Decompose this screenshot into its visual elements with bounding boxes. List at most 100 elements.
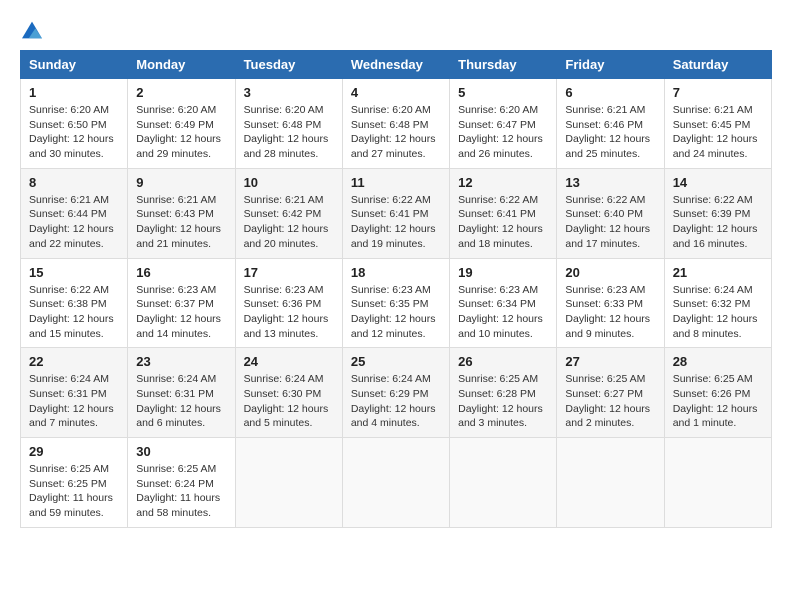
calendar-cell: 29 Sunrise: 6:25 AMSunset: 6:25 PMDaylig… — [21, 438, 128, 528]
day-number: 19 — [458, 265, 548, 280]
calendar-week-1: 1 Sunrise: 6:20 AMSunset: 6:50 PMDayligh… — [21, 79, 772, 169]
day-number: 22 — [29, 354, 119, 369]
calendar-cell — [235, 438, 342, 528]
day-number: 15 — [29, 265, 119, 280]
day-number: 13 — [565, 175, 655, 190]
day-info: Sunrise: 6:22 AMSunset: 6:39 PMDaylight:… — [673, 194, 758, 250]
day-info: Sunrise: 6:20 AMSunset: 6:47 PMDaylight:… — [458, 104, 543, 160]
calendar-cell: 8 Sunrise: 6:21 AMSunset: 6:44 PMDayligh… — [21, 168, 128, 258]
calendar-cell: 5 Sunrise: 6:20 AMSunset: 6:47 PMDayligh… — [450, 79, 557, 169]
day-info: Sunrise: 6:25 AMSunset: 6:27 PMDaylight:… — [565, 373, 650, 429]
day-info: Sunrise: 6:24 AMSunset: 6:31 PMDaylight:… — [136, 373, 221, 429]
day-info: Sunrise: 6:20 AMSunset: 6:50 PMDaylight:… — [29, 104, 114, 160]
day-number: 16 — [136, 265, 226, 280]
calendar-cell: 23 Sunrise: 6:24 AMSunset: 6:31 PMDaylig… — [128, 348, 235, 438]
day-info: Sunrise: 6:21 AMSunset: 6:42 PMDaylight:… — [244, 194, 329, 250]
day-number: 28 — [673, 354, 763, 369]
day-info: Sunrise: 6:21 AMSunset: 6:44 PMDaylight:… — [29, 194, 114, 250]
calendar-cell — [664, 438, 771, 528]
calendar-cell: 24 Sunrise: 6:24 AMSunset: 6:30 PMDaylig… — [235, 348, 342, 438]
weekday-header-sunday: Sunday — [21, 51, 128, 79]
weekday-header-wednesday: Wednesday — [342, 51, 449, 79]
calendar-cell: 30 Sunrise: 6:25 AMSunset: 6:24 PMDaylig… — [128, 438, 235, 528]
calendar-cell: 22 Sunrise: 6:24 AMSunset: 6:31 PMDaylig… — [21, 348, 128, 438]
weekday-header-row: SundayMondayTuesdayWednesdayThursdayFrid… — [21, 51, 772, 79]
weekday-header-saturday: Saturday — [664, 51, 771, 79]
calendar-cell: 3 Sunrise: 6:20 AMSunset: 6:48 PMDayligh… — [235, 79, 342, 169]
calendar-cell: 18 Sunrise: 6:23 AMSunset: 6:35 PMDaylig… — [342, 258, 449, 348]
calendar-cell: 11 Sunrise: 6:22 AMSunset: 6:41 PMDaylig… — [342, 168, 449, 258]
day-number: 29 — [29, 444, 119, 459]
day-info: Sunrise: 6:24 AMSunset: 6:32 PMDaylight:… — [673, 284, 758, 340]
calendar-cell: 4 Sunrise: 6:20 AMSunset: 6:48 PMDayligh… — [342, 79, 449, 169]
day-number: 24 — [244, 354, 334, 369]
day-info: Sunrise: 6:25 AMSunset: 6:25 PMDaylight:… — [29, 463, 113, 519]
day-number: 7 — [673, 85, 763, 100]
day-number: 21 — [673, 265, 763, 280]
day-number: 26 — [458, 354, 548, 369]
day-number: 23 — [136, 354, 226, 369]
day-info: Sunrise: 6:23 AMSunset: 6:37 PMDaylight:… — [136, 284, 221, 340]
day-info: Sunrise: 6:23 AMSunset: 6:36 PMDaylight:… — [244, 284, 329, 340]
calendar-cell: 20 Sunrise: 6:23 AMSunset: 6:33 PMDaylig… — [557, 258, 664, 348]
day-info: Sunrise: 6:20 AMSunset: 6:48 PMDaylight:… — [351, 104, 436, 160]
day-number: 8 — [29, 175, 119, 190]
logo — [20, 20, 42, 40]
calendar-cell: 21 Sunrise: 6:24 AMSunset: 6:32 PMDaylig… — [664, 258, 771, 348]
calendar-cell: 1 Sunrise: 6:20 AMSunset: 6:50 PMDayligh… — [21, 79, 128, 169]
weekday-header-tuesday: Tuesday — [235, 51, 342, 79]
weekday-header-thursday: Thursday — [450, 51, 557, 79]
calendar-cell: 27 Sunrise: 6:25 AMSunset: 6:27 PMDaylig… — [557, 348, 664, 438]
day-number: 10 — [244, 175, 334, 190]
calendar-cell: 12 Sunrise: 6:22 AMSunset: 6:41 PMDaylig… — [450, 168, 557, 258]
day-number: 14 — [673, 175, 763, 190]
day-number: 20 — [565, 265, 655, 280]
calendar-cell: 6 Sunrise: 6:21 AMSunset: 6:46 PMDayligh… — [557, 79, 664, 169]
calendar-cell: 10 Sunrise: 6:21 AMSunset: 6:42 PMDaylig… — [235, 168, 342, 258]
day-info: Sunrise: 6:23 AMSunset: 6:34 PMDaylight:… — [458, 284, 543, 340]
day-number: 11 — [351, 175, 441, 190]
day-number: 1 — [29, 85, 119, 100]
day-info: Sunrise: 6:24 AMSunset: 6:29 PMDaylight:… — [351, 373, 436, 429]
calendar-cell — [342, 438, 449, 528]
day-info: Sunrise: 6:21 AMSunset: 6:43 PMDaylight:… — [136, 194, 221, 250]
day-number: 2 — [136, 85, 226, 100]
calendar-cell: 17 Sunrise: 6:23 AMSunset: 6:36 PMDaylig… — [235, 258, 342, 348]
day-number: 9 — [136, 175, 226, 190]
day-info: Sunrise: 6:22 AMSunset: 6:41 PMDaylight:… — [458, 194, 543, 250]
calendar-week-2: 8 Sunrise: 6:21 AMSunset: 6:44 PMDayligh… — [21, 168, 772, 258]
day-info: Sunrise: 6:22 AMSunset: 6:41 PMDaylight:… — [351, 194, 436, 250]
day-number: 6 — [565, 85, 655, 100]
day-info: Sunrise: 6:23 AMSunset: 6:35 PMDaylight:… — [351, 284, 436, 340]
calendar-cell: 7 Sunrise: 6:21 AMSunset: 6:45 PMDayligh… — [664, 79, 771, 169]
calendar-cell: 25 Sunrise: 6:24 AMSunset: 6:29 PMDaylig… — [342, 348, 449, 438]
calendar-cell — [557, 438, 664, 528]
day-info: Sunrise: 6:20 AMSunset: 6:49 PMDaylight:… — [136, 104, 221, 160]
day-info: Sunrise: 6:25 AMSunset: 6:28 PMDaylight:… — [458, 373, 543, 429]
day-number: 17 — [244, 265, 334, 280]
calendar-cell: 26 Sunrise: 6:25 AMSunset: 6:28 PMDaylig… — [450, 348, 557, 438]
day-number: 18 — [351, 265, 441, 280]
day-number: 25 — [351, 354, 441, 369]
calendar-cell: 15 Sunrise: 6:22 AMSunset: 6:38 PMDaylig… — [21, 258, 128, 348]
day-info: Sunrise: 6:23 AMSunset: 6:33 PMDaylight:… — [565, 284, 650, 340]
weekday-header-monday: Monday — [128, 51, 235, 79]
day-info: Sunrise: 6:25 AMSunset: 6:24 PMDaylight:… — [136, 463, 220, 519]
calendar-week-4: 22 Sunrise: 6:24 AMSunset: 6:31 PMDaylig… — [21, 348, 772, 438]
day-info: Sunrise: 6:25 AMSunset: 6:26 PMDaylight:… — [673, 373, 758, 429]
logo-icon — [22, 20, 42, 40]
day-info: Sunrise: 6:22 AMSunset: 6:38 PMDaylight:… — [29, 284, 114, 340]
day-number: 3 — [244, 85, 334, 100]
calendar-table: SundayMondayTuesdayWednesdayThursdayFrid… — [20, 50, 772, 528]
day-number: 27 — [565, 354, 655, 369]
calendar-body: 1 Sunrise: 6:20 AMSunset: 6:50 PMDayligh… — [21, 79, 772, 528]
calendar-cell — [450, 438, 557, 528]
day-number: 5 — [458, 85, 548, 100]
calendar-cell: 28 Sunrise: 6:25 AMSunset: 6:26 PMDaylig… — [664, 348, 771, 438]
calendar-cell: 9 Sunrise: 6:21 AMSunset: 6:43 PMDayligh… — [128, 168, 235, 258]
calendar-cell: 14 Sunrise: 6:22 AMSunset: 6:39 PMDaylig… — [664, 168, 771, 258]
calendar-cell: 16 Sunrise: 6:23 AMSunset: 6:37 PMDaylig… — [128, 258, 235, 348]
day-info: Sunrise: 6:24 AMSunset: 6:31 PMDaylight:… — [29, 373, 114, 429]
page-header — [20, 20, 772, 40]
day-info: Sunrise: 6:24 AMSunset: 6:30 PMDaylight:… — [244, 373, 329, 429]
